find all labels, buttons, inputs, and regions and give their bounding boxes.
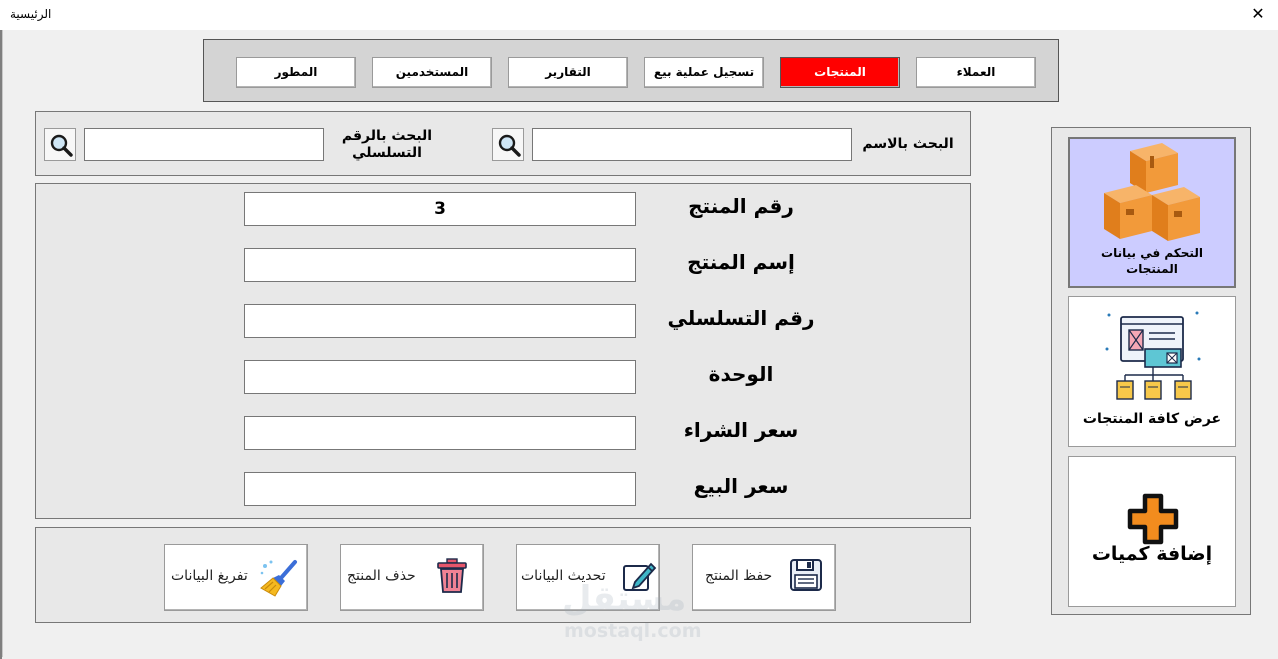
sale-price-field[interactable] <box>244 472 636 506</box>
delete-product-label: حذف المنتج <box>347 568 416 584</box>
magnifier-icon <box>50 134 73 157</box>
view-all-products-button[interactable]: عرض كافة المنتجات <box>1068 296 1236 447</box>
tab-customers[interactable]: العملاء <box>916 57 1036 88</box>
search-by-name-input[interactable] <box>532 128 852 161</box>
search-by-serial-input[interactable] <box>84 128 324 161</box>
save-product-button[interactable]: حفظ المنتج <box>692 544 836 611</box>
sale-price-label: سعر البيع <box>693 474 789 498</box>
manage-products-button[interactable]: التحكم في بيانات المنتجات <box>1068 137 1236 288</box>
product-name-label: إسم المنتج <box>687 250 795 274</box>
add-quantities-button[interactable]: إضافة كميات <box>1068 456 1236 607</box>
purchase-price-field[interactable] <box>244 416 636 450</box>
magnifier-icon <box>498 134 521 157</box>
search-by-serial-label: البحث بالرقم التسلسلي <box>332 128 442 162</box>
product-form-panel: رقم المنتج 3 إسم المنتج رقم التسلسلي الو… <box>35 183 971 519</box>
serial-number-label: رقم التسلسلي <box>667 306 815 330</box>
close-icon[interactable]: ✕ <box>1248 3 1268 25</box>
search-by-serial-button[interactable] <box>44 128 76 161</box>
tab-users[interactable]: المستخدمين <box>372 57 492 88</box>
product-list-diagram-icon <box>1103 309 1203 413</box>
serial-number-field[interactable] <box>244 304 636 338</box>
search-panel: البحث بالاسم البحث بالرقم التسلسلي <box>35 111 971 176</box>
search-by-name-label: البحث بالاسم <box>862 136 954 152</box>
product-id-label: رقم المنتج <box>688 194 794 218</box>
edit-pencil-icon <box>621 558 657 598</box>
tab-developer[interactable]: المطور <box>236 57 356 88</box>
manage-products-line2: المنتجات <box>1126 262 1178 276</box>
tab-record-sale[interactable]: تسجيل عملية بيع <box>644 57 764 88</box>
tab-products[interactable]: المنتجات <box>780 57 900 88</box>
unit-label: الوحدة <box>708 362 774 386</box>
delete-product-button[interactable]: حذف المنتج <box>340 544 484 611</box>
product-id-field[interactable]: 3 <box>244 192 636 226</box>
update-data-button[interactable]: تحديث البيانات <box>516 544 660 611</box>
main-tabbar: العملاء المنتجات تسجيل عملية بيع التقاري… <box>203 39 1059 102</box>
clear-data-button[interactable]: تفريغ البيانات <box>164 544 308 611</box>
search-by-name-button[interactable] <box>492 128 524 161</box>
clear-data-label: تفريغ البيانات <box>171 568 248 584</box>
manage-products-line1: التحكم في بيانات <box>1101 246 1203 260</box>
window-title: الرئيسية <box>10 7 52 21</box>
save-product-label: حفظ المنتج <box>705 568 773 584</box>
unit-field[interactable] <box>244 360 636 394</box>
floppy-disk-icon <box>789 558 823 596</box>
action-panel: حفظ المنتج تحديث البيانات حذف المنتج تفر… <box>35 527 971 623</box>
search-by-serial-label-line1: البحث بالرقم <box>341 128 433 144</box>
update-data-label: تحديث البيانات <box>521 568 606 584</box>
trash-icon <box>435 558 469 598</box>
manage-products-label: التحكم في بيانات المنتجات <box>1070 245 1234 277</box>
broom-icon <box>259 558 299 602</box>
add-quantities-label: إضافة كميات <box>1091 543 1213 565</box>
view-all-products-label: عرض كافة المنتجات <box>1082 411 1222 427</box>
boxes-icon <box>1100 143 1204 251</box>
search-by-serial-label-line2: التسلسلي <box>352 145 422 161</box>
title-bar: الرئيسية ✕ <box>0 0 1278 30</box>
plus-icon <box>1127 493 1179 549</box>
side-panel: التحكم في بيانات المنتجات عرض كافة المنت… <box>1051 127 1251 615</box>
tab-reports[interactable]: التقارير <box>508 57 628 88</box>
product-name-field[interactable] <box>244 248 636 282</box>
purchase-price-label: سعر الشراء <box>683 418 799 442</box>
app-window: الرئيسية ✕ العملاء المنتجات تسجيل عملية … <box>0 0 1278 659</box>
